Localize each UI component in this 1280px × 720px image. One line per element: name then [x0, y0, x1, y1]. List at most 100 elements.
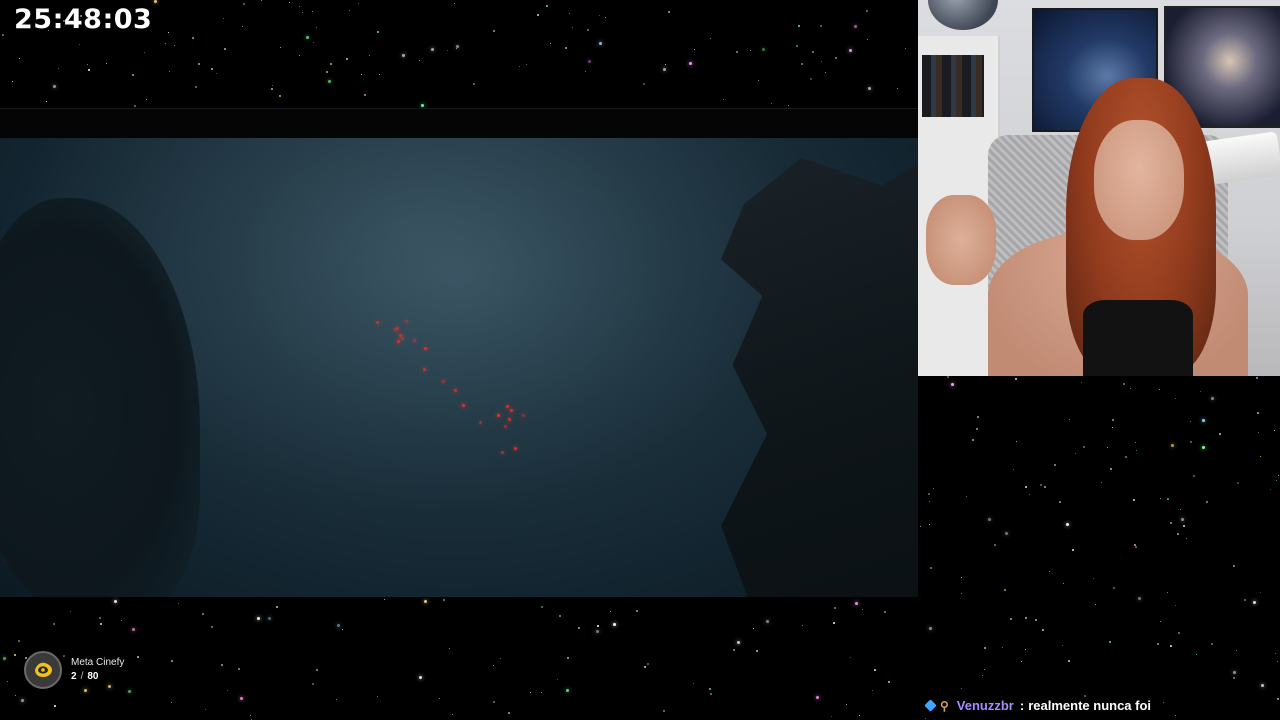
star: [1106, 447, 1108, 448]
star: [384, 599, 386, 601]
star: [316, 26, 318, 28]
star: [643, 666, 646, 669]
star: [1048, 570, 1050, 572]
star: [1243, 599, 1246, 602]
star: [525, 63, 527, 65]
star: [1058, 500, 1061, 503]
star: [114, 599, 118, 603]
star: [928, 493, 931, 496]
goal-text: Meta Cinefy 2/80: [71, 656, 124, 684]
star: [1082, 445, 1085, 448]
star: [950, 383, 954, 387]
star: [15, 695, 17, 697]
star: [1275, 479, 1277, 481]
chat-text: realmente nunca foi: [1028, 698, 1152, 713]
star: [251, 718, 253, 720]
star: [947, 376, 950, 379]
star: [202, 612, 205, 615]
star: [771, 103, 773, 104]
star: [1135, 449, 1137, 451]
star: [1236, 482, 1239, 484]
star: [271, 87, 274, 90]
star: [587, 59, 591, 63]
star: [341, 629, 343, 631]
star: [146, 99, 148, 101]
star: [596, 625, 599, 628]
stream-timer: 25:48:03: [14, 4, 153, 35]
star: [752, 627, 754, 629]
star: [872, 690, 874, 692]
star: [211, 67, 214, 70]
star: [442, 599, 445, 602]
star: [306, 36, 310, 40]
star: [584, 70, 586, 72]
star: [418, 676, 422, 679]
star: [1112, 427, 1113, 429]
star: [168, 71, 170, 72]
star: [1029, 494, 1031, 496]
star: [173, 45, 175, 47]
star: [19, 58, 21, 59]
star: [855, 602, 859, 606]
star: [904, 48, 906, 50]
star: [1232, 564, 1235, 567]
star: [1100, 482, 1102, 484]
star: [1253, 600, 1257, 604]
star: [220, 664, 223, 667]
star: [1190, 420, 1192, 422]
star: [530, 691, 532, 693]
star: [298, 54, 300, 56]
star: [1256, 376, 1259, 379]
star: [765, 620, 769, 624]
star: [1012, 469, 1014, 471]
star: [280, 46, 282, 48]
star: [541, 691, 543, 693]
star: [1024, 616, 1027, 619]
star: [1175, 397, 1177, 399]
star: [854, 24, 858, 28]
star: [709, 38, 711, 39]
star: [222, 18, 224, 19]
star: [239, 696, 243, 700]
star: [377, 695, 379, 697]
star: [364, 94, 367, 97]
star: [1177, 532, 1180, 535]
goal-title: Meta Cinefy: [71, 657, 125, 668]
star: [833, 606, 836, 609]
star: [816, 696, 819, 700]
star: [599, 14, 601, 16]
star: [1068, 660, 1071, 663]
chat-separator: :: [1019, 698, 1025, 713]
star: [1211, 643, 1214, 646]
star: [430, 47, 434, 51]
star: [1071, 548, 1074, 551]
star: [46, 101, 47, 103]
star: [1205, 500, 1208, 503]
star: [1211, 396, 1215, 400]
star: [692, 682, 694, 684]
star: [194, 86, 197, 89]
star: [275, 606, 278, 609]
star: [177, 602, 179, 604]
ember: [396, 326, 399, 330]
star: [1273, 430, 1275, 432]
star: [131, 627, 135, 631]
star: [689, 61, 693, 65]
star: [271, 85, 273, 87]
star: [1195, 654, 1197, 656]
star: [1177, 631, 1180, 634]
star: [550, 42, 552, 44]
webcam-moon-poster: [928, 0, 998, 30]
star: [1232, 670, 1236, 674]
star: [1062, 645, 1064, 647]
star: [1159, 388, 1161, 390]
star: [1042, 628, 1045, 631]
star: [53, 705, 56, 708]
star: [1156, 642, 1159, 645]
star: [70, 611, 71, 613]
star: [1133, 499, 1135, 502]
star: [924, 718, 926, 719]
star: [315, 668, 318, 671]
star: [447, 49, 449, 51]
star: [493, 664, 495, 666]
